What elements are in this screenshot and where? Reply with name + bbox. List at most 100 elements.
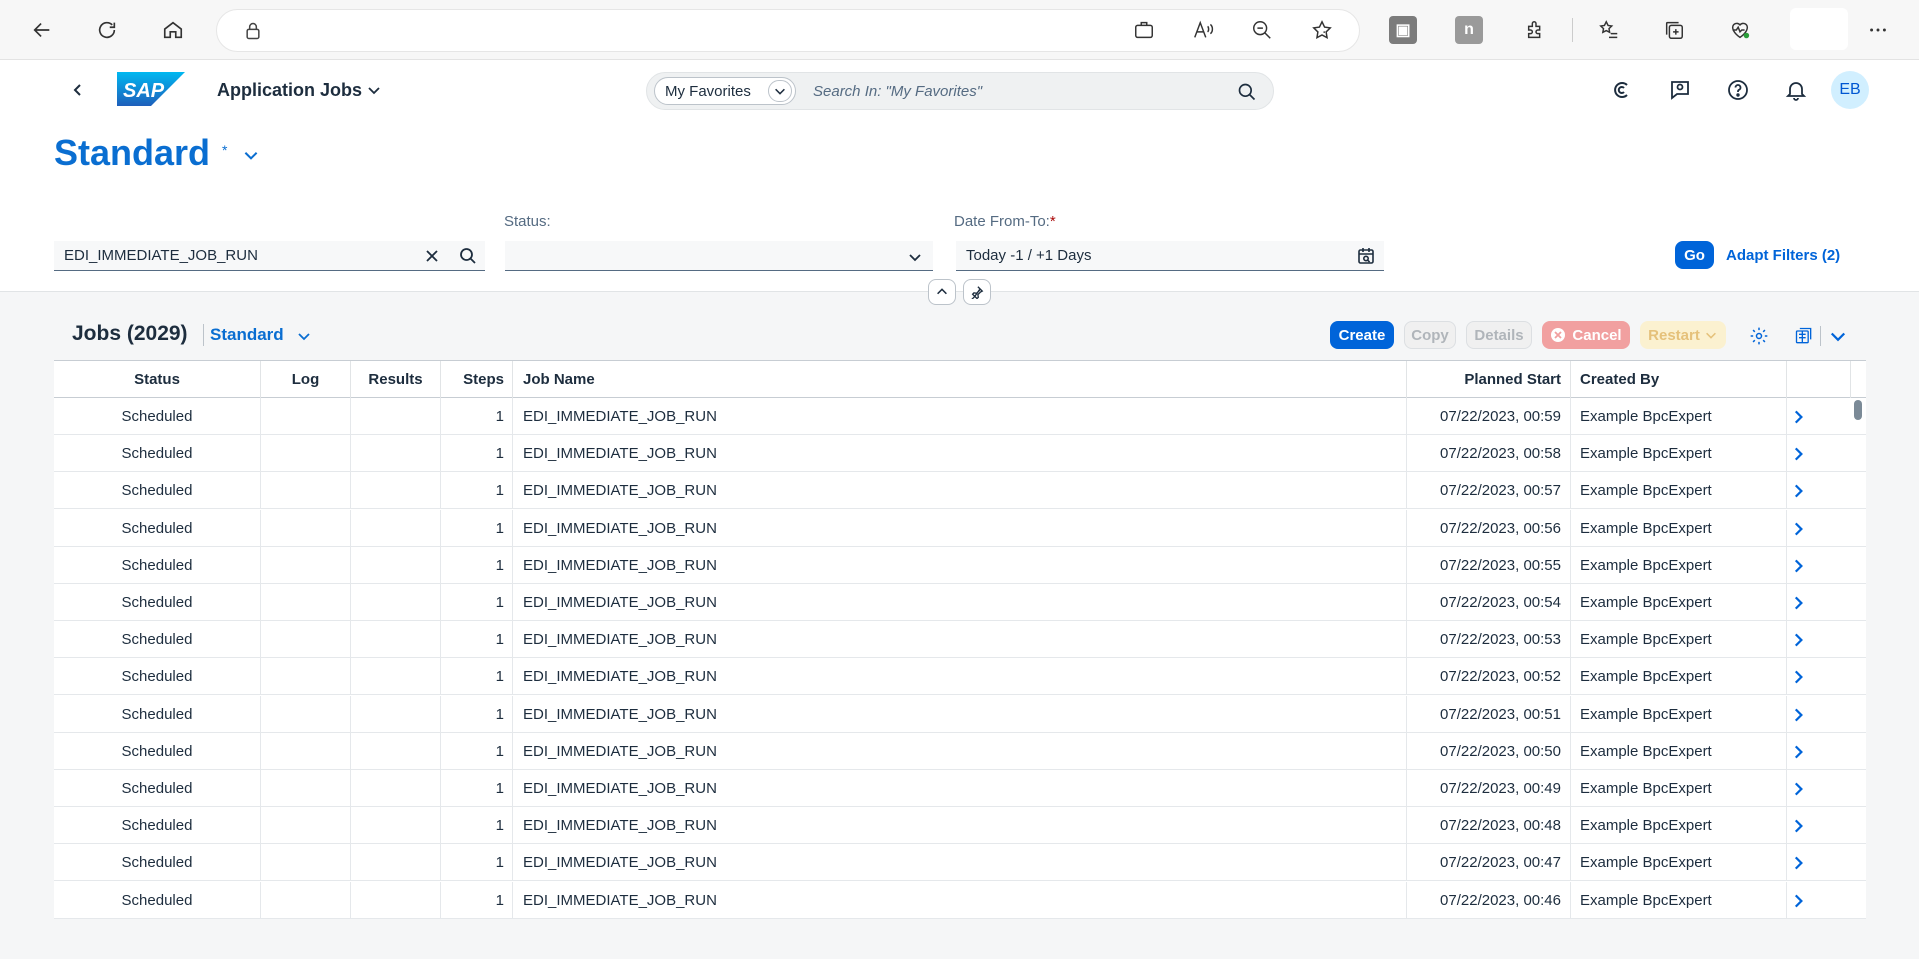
cell-steps: 1 [441,472,513,510]
chevron-down-icon[interactable] [1828,326,1848,346]
home-icon[interactable] [155,12,191,48]
table-header: Status Log Results Steps Job Name Planne… [54,360,1866,399]
column-header-created-by[interactable]: Created By [1571,361,1787,399]
help-icon[interactable] [1726,78,1750,102]
page-title[interactable]: Standard [54,132,210,174]
details-button[interactable]: Details [1466,321,1532,349]
avatar[interactable]: EB [1831,71,1869,109]
refresh-icon[interactable] [89,12,125,48]
chevron-down-icon[interactable] [296,328,312,344]
chevron-right-icon[interactable] [1789,706,1807,724]
notifications-bell-icon[interactable] [1784,78,1808,102]
table-row[interactable]: Scheduled 1 EDI_IMMEDIATE_JOB_RUN 07/22/202… [54,509,1866,547]
shopping-icon[interactable] [1126,12,1162,48]
chevron-down-icon[interactable] [768,80,792,102]
cell-created-by: Example BpcExpert [1571,844,1787,882]
status-select[interactable] [505,241,933,271]
column-header-planned-start[interactable]: Planned Start [1407,361,1571,399]
chevron-right-icon[interactable] [1789,668,1807,686]
chevron-right-icon[interactable] [1789,817,1807,835]
column-header-steps[interactable]: Steps [441,361,513,399]
back-chevron-icon[interactable] [66,78,90,102]
chevron-right-icon[interactable] [1789,520,1807,538]
settings-gear-icon[interactable] [1749,326,1769,346]
table-row[interactable]: Scheduled 1 EDI_IMMEDIATE_JOB_RUN 07/22/202… [54,844,1866,882]
favorites-list-icon[interactable] [1591,12,1627,48]
cancel-button[interactable]: Cancel [1542,321,1630,349]
sap-logo[interactable]: SAP [117,72,185,106]
job-search-input[interactable]: EDI_IMMEDIATE_JOB_RUN [54,241,485,271]
chevron-right-icon[interactable] [1789,445,1807,463]
column-header-log[interactable]: Log [261,361,351,399]
table-variant-select[interactable]: Standard [210,325,284,345]
extensions-puzzle-icon[interactable] [1518,12,1554,48]
favorite-star-icon[interactable] [1304,12,1340,48]
clear-icon[interactable] [422,246,442,266]
search-icon[interactable] [458,246,478,266]
table-row[interactable]: Scheduled 1 EDI_IMMEDIATE_JOB_RUN 07/22/202… [54,807,1866,845]
table-toolbar: Jobs (2029) Standard Create Copy Details… [54,308,1866,360]
profile-button[interactable] [1790,8,1848,50]
chevron-right-icon[interactable] [1789,631,1807,649]
notion-extension-icon[interactable]: n [1455,16,1483,44]
table-row[interactable]: Scheduled 1 EDI_IMMEDIATE_JOB_RUN 07/22/202… [54,658,1866,696]
chevron-down-icon[interactable] [242,146,260,164]
adapt-filters-button[interactable]: Adapt Filters (2) [1726,247,1840,264]
table-row[interactable]: Scheduled 1 EDI_IMMEDIATE_JOB_RUN 07/22/202… [54,435,1866,473]
column-header-status[interactable]: Status [54,361,261,399]
table-row[interactable]: Scheduled 1 EDI_IMMEDIATE_JOB_RUN 07/22/202… [54,732,1866,770]
chevron-right-icon[interactable] [1789,780,1807,798]
search-input[interactable]: Search In: "My Favorites" [813,83,982,100]
table-row[interactable]: Scheduled 1 EDI_IMMEDIATE_JOB_RUN 07/22/202… [54,881,1866,919]
table-row[interactable]: Scheduled 1 EDI_IMMEDIATE_JOB_RUN 07/22/202… [54,546,1866,584]
browser-health-icon[interactable] [1722,12,1758,48]
chevron-right-icon[interactable] [1789,557,1807,575]
collapse-header-button[interactable] [928,279,956,305]
app-title[interactable]: Application Jobs [217,80,362,101]
chevron-right-icon[interactable] [1789,743,1807,761]
date-range-input[interactable]: Today -1 / +1 Days [956,241,1384,271]
column-header-results[interactable]: Results [351,361,441,399]
calendar-icon[interactable] [1356,246,1376,266]
table-row[interactable]: Scheduled 1 EDI_IMMEDIATE_JOB_RUN 07/22/202… [54,621,1866,659]
table-row[interactable]: Scheduled 1 EDI_IMMEDIATE_JOB_RUN 07/22/202… [54,472,1866,510]
search-scope-select[interactable]: My Favorites [654,77,796,105]
search-icon[interactable] [1237,82,1257,102]
read-aloud-icon[interactable] [1185,12,1221,48]
collections-icon[interactable] [1656,12,1692,48]
cell-planned-start: 07/22/2023, 00:49 [1407,770,1571,807]
chevron-right-icon[interactable] [1789,408,1807,426]
pin-header-button[interactable] [963,279,991,305]
zoom-out-icon[interactable] [1244,12,1280,48]
table-row[interactable]: Scheduled 1 EDI_IMMEDIATE_JOB_RUN 07/22/202… [54,398,1866,435]
chevron-right-icon[interactable] [1789,854,1807,872]
cell-results [351,546,441,584]
chevron-right-icon[interactable] [1789,482,1807,500]
chevron-right-icon[interactable] [1789,594,1807,612]
more-options-icon[interactable] [1860,12,1896,48]
chevron-right-icon[interactable] [1789,892,1807,910]
cancel-button-label: Cancel [1572,326,1622,344]
export-excel-icon[interactable] [1794,326,1814,346]
column-header-job-name[interactable]: Job Name [513,361,1407,399]
table-row[interactable]: Scheduled 1 EDI_IMMEDIATE_JOB_RUN 07/22/202… [54,770,1866,807]
table-row[interactable]: Scheduled 1 EDI_IMMEDIATE_JOB_RUN 07/22/202… [54,695,1866,733]
go-button[interactable]: Go [1675,241,1714,269]
restart-button[interactable]: Restart [1640,321,1726,349]
cell-log [261,472,351,510]
vertical-scrollbar[interactable] [1854,400,1862,420]
user-feedback-icon[interactable] [1668,78,1692,102]
cell-created-by: Example BpcExpert [1571,695,1787,733]
create-button[interactable]: Create [1330,321,1394,349]
back-arrow-icon[interactable] [24,12,60,48]
cell-job-name: EDI_IMMEDIATE_JOB_RUN [513,770,1407,807]
cell-planned-start: 07/22/2023, 00:47 [1407,844,1571,882]
joule-copilot-icon[interactable] [1610,78,1634,102]
chevron-down-icon[interactable] [366,82,382,98]
extension-icon[interactable]: ▣ [1389,16,1417,44]
cell-steps: 1 [441,881,513,919]
chevron-down-icon[interactable] [905,247,925,267]
copy-button[interactable]: Copy [1404,321,1456,349]
global-search[interactable]: My Favorites Search In: "My Favorites" [646,72,1274,110]
table-row[interactable]: Scheduled 1 EDI_IMMEDIATE_JOB_RUN 07/22/202… [54,584,1866,621]
